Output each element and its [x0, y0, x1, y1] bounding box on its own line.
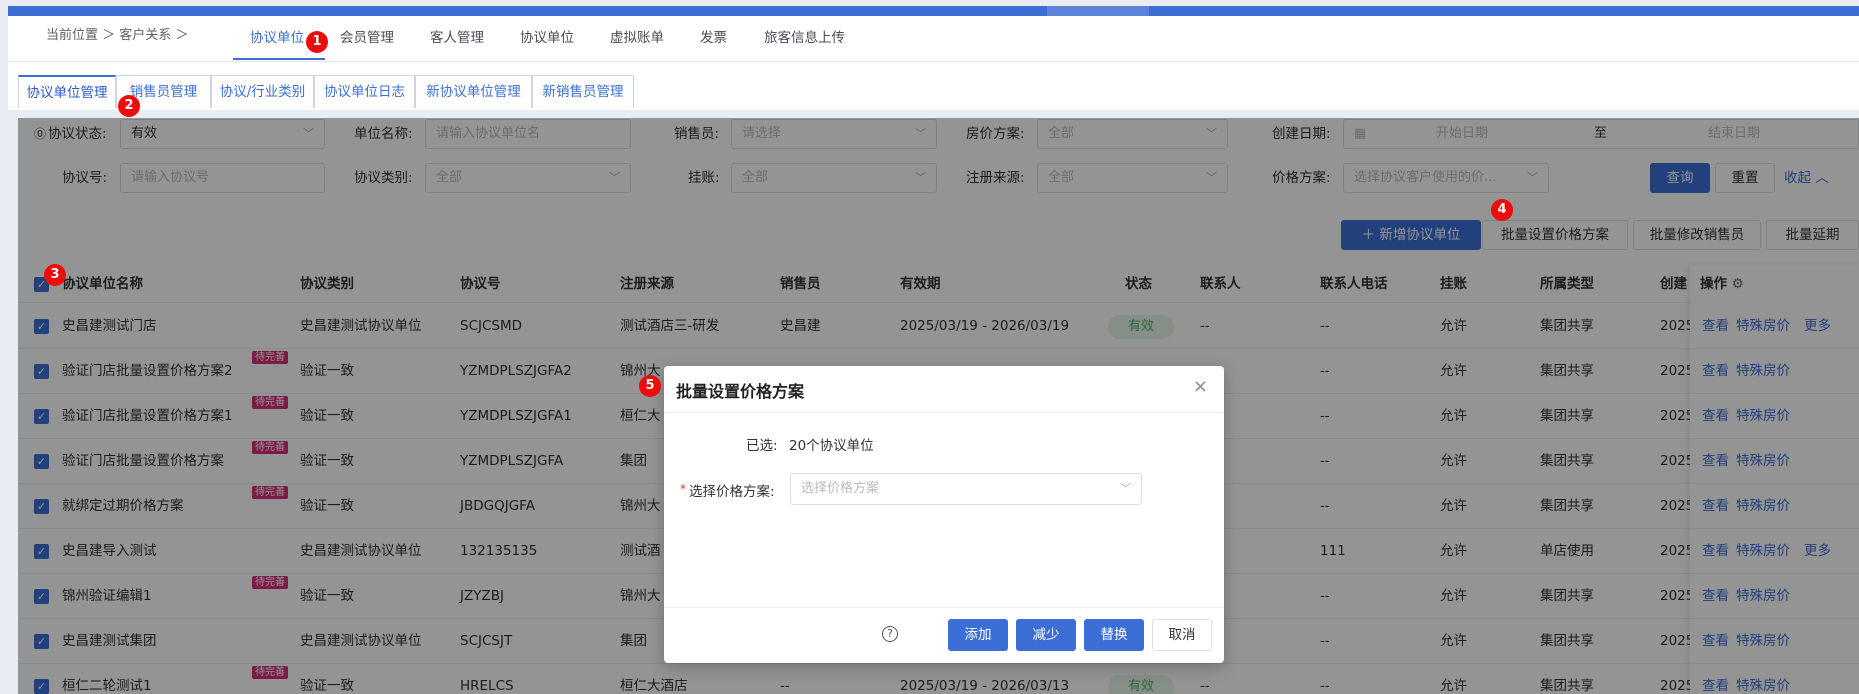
dialog-cancel-button[interactable]: 取消: [1152, 619, 1212, 651]
nav-tab-invoice[interactable]: 发票: [700, 26, 727, 50]
required-mark: *: [680, 482, 686, 496]
chevron-down-icon: ﹀: [1120, 482, 1131, 495]
plan-label: 选择价格方案:: [689, 484, 775, 500]
subtab-agreement-category[interactable]: 协议/行业类别: [211, 75, 314, 108]
subtab-new-agreement-unit-mgmt[interactable]: 新协议单位管理: [415, 75, 532, 108]
top-bar-highlight: [1047, 6, 1149, 16]
marker-badge-2: 2: [118, 95, 140, 117]
subtab-new-salesperson-mgmt[interactable]: 新销售员管理: [532, 75, 634, 108]
nav-tab-traveler-upload[interactable]: 旅客信息上传: [764, 26, 845, 50]
marker-badge-3: 3: [44, 264, 66, 286]
dialog-header: 批量设置价格方案 ×: [664, 366, 1224, 413]
plan-placeholder: 选择价格方案: [801, 481, 880, 496]
dialog-footer: ? 添加 减少 替换 取消: [664, 607, 1224, 663]
close-icon[interactable]: ×: [1193, 376, 1208, 397]
nav-tab-member[interactable]: 会员管理: [340, 26, 394, 50]
nav-tab-virtual-bill[interactable]: 虚拟账单: [610, 26, 664, 50]
marker-badge-5: 5: [639, 375, 661, 397]
marker-badge-1: 1: [306, 31, 328, 53]
selected-label: 已选:: [746, 438, 778, 454]
breadcrumb: 当前位置 ＞ 客户关系 ＞: [46, 28, 189, 43]
price-plan-dialog-select[interactable]: 选择价格方案 ﹀: [790, 473, 1142, 505]
marker-badge-4: 4: [1491, 199, 1513, 221]
selected-value: 20个协议单位: [789, 438, 874, 454]
sub-nav: 协议单位管理 销售员管理 协议/行业类别 协议单位日志 新协议单位管理 新销售员…: [8, 62, 1859, 110]
subtab-agreement-log[interactable]: 协议单位日志: [314, 75, 415, 108]
dialog-reduce-button[interactable]: 减少: [1016, 619, 1076, 651]
dialog-add-button[interactable]: 添加: [948, 619, 1008, 651]
dialog-title: 批量设置价格方案: [676, 382, 805, 401]
top-bar: [8, 6, 1859, 16]
nav-tab-agreement-unit-2[interactable]: 协议单位: [520, 26, 574, 50]
main-nav: 当前位置 ＞ 客户关系 ＞ 协议单位 会员管理 客人管理 协议单位 虚拟账单 发…: [8, 16, 1859, 62]
nav-tab-guest[interactable]: 客人管理: [430, 26, 484, 50]
batch-price-plan-dialog: 批量设置价格方案 × 已选: 20个协议单位 * 选择价格方案: 选择价格方案 …: [664, 366, 1224, 663]
subtab-agreement-unit-mgmt[interactable]: 协议单位管理: [18, 75, 116, 108]
nav-active-underline: [233, 58, 325, 60]
app-root: 当前位置 ＞ 客户关系 ＞ 协议单位 会员管理 客人管理 协议单位 虚拟账单 发…: [0, 0, 1859, 694]
nav-tab-agreement-unit[interactable]: 协议单位: [250, 26, 304, 50]
help-icon[interactable]: ?: [882, 626, 898, 642]
dialog-replace-button[interactable]: 替换: [1084, 619, 1144, 651]
